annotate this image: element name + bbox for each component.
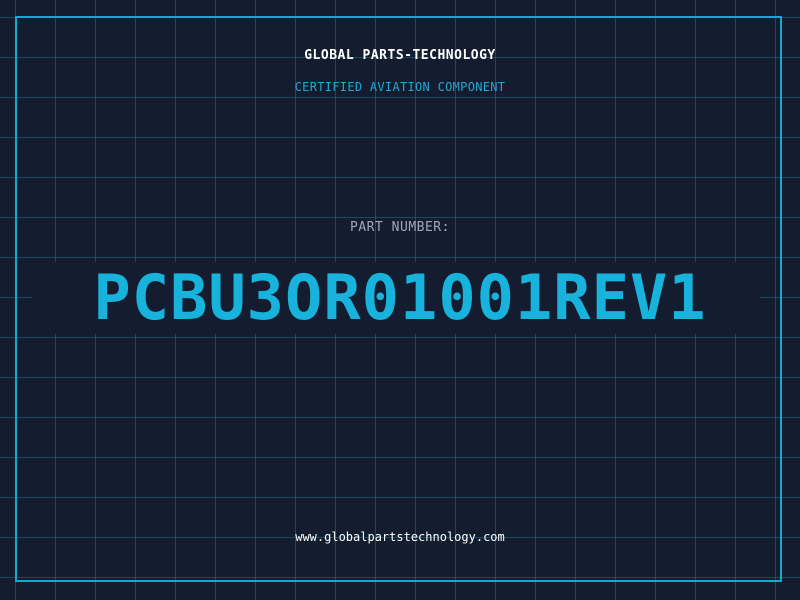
- part-number-label: PART NUMBER:: [350, 220, 450, 235]
- website-url: www.globalpartstechnology.com: [295, 530, 505, 544]
- label-card: GLOBAL PARTS-TECHNOLOGY CERTIFIED AVIATI…: [0, 0, 800, 600]
- company-name: GLOBAL PARTS-TECHNOLOGY: [304, 48, 496, 63]
- certification-subtitle: CERTIFIED AVIATION COMPONENT: [294, 80, 506, 94]
- part-number-value: PCBU3OR01001REV1: [93, 261, 707, 334]
